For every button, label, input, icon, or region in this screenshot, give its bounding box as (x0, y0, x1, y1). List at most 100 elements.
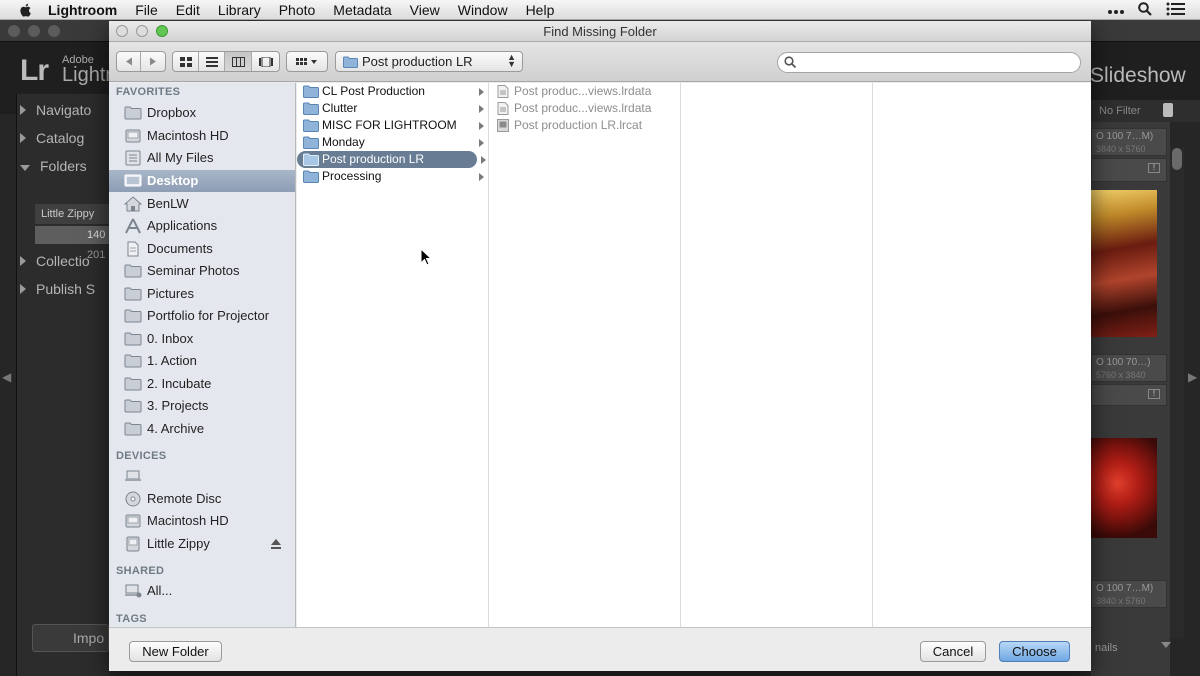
sidebar-item-action[interactable]: 1. Action (109, 350, 295, 372)
menu-photo[interactable]: Photo (279, 2, 316, 18)
sidebar-item-macintosh-hd-device[interactable]: Macintosh HD (109, 510, 295, 532)
list-view-button[interactable] (199, 52, 225, 71)
sidebar-item-projects[interactable]: 3. Projects (109, 395, 295, 417)
column-browser: CL Post Production Clutter MISC FOR LIGH… (297, 83, 1091, 627)
folder-icon (303, 102, 319, 115)
cancel-button[interactable]: Cancel (920, 641, 986, 662)
list-item[interactable]: Post production LR.lrcat (489, 117, 679, 134)
more-icon[interactable] (1108, 2, 1124, 18)
chevron-right-icon (479, 105, 484, 113)
panel-folders[interactable]: Folders (20, 158, 87, 174)
sidebar-item-inbox[interactable]: 0. Inbox (109, 328, 295, 350)
lrdata-icon (497, 102, 509, 115)
menu-library[interactable]: Library (218, 2, 261, 18)
menu-help[interactable]: Help (526, 2, 555, 18)
scroll-thumb[interactable] (1172, 148, 1182, 170)
grid-cell-info[interactable]: O 100 7…M) 3840 x 5760 (1091, 128, 1167, 156)
lr-close-icon[interactable] (8, 25, 20, 37)
sidebar-item-incubate[interactable]: 2. Incubate (109, 373, 295, 395)
list-view-icon (205, 56, 218, 67)
forward-button[interactable] (141, 52, 165, 71)
panel-collections[interactable]: Collectio (20, 253, 90, 269)
menu-view[interactable]: View (410, 2, 440, 18)
list-item[interactable]: Monday (297, 134, 487, 151)
library-filter[interactable]: No Filter (1091, 100, 1200, 122)
zoom-icon[interactable] (156, 25, 168, 37)
module-slideshow[interactable]: Slideshow (1090, 64, 1186, 88)
search-field[interactable] (777, 52, 1081, 73)
folder-icon (303, 119, 319, 132)
grid-scrollbar[interactable] (1170, 148, 1184, 638)
folder-row-140[interactable]: 140 (35, 226, 109, 244)
badge-icon: ! (1148, 389, 1160, 399)
import-button[interactable]: Impo (32, 624, 109, 652)
menu-edit[interactable]: Edit (176, 2, 200, 18)
menu-window[interactable]: Window (458, 2, 508, 18)
sidebar-item-macintosh-hd[interactable]: Macintosh HD (109, 125, 295, 147)
minimize-icon[interactable] (136, 25, 148, 37)
thumbnail-image[interactable] (1091, 190, 1157, 337)
spotlight-search-icon[interactable] (1138, 1, 1152, 19)
sidebar-item-applications[interactable]: Applications (109, 215, 295, 237)
chevron-down-icon[interactable] (1161, 642, 1171, 648)
disclosure-open-icon (20, 165, 30, 171)
menu-file[interactable]: File (135, 2, 158, 18)
arrange-button[interactable] (287, 52, 327, 71)
left-panel-toggle-icon[interactable]: ◀ (2, 370, 11, 384)
panel-publish-services[interactable]: Publish S (20, 281, 95, 297)
sidebar-item-remote-disc[interactable]: Remote Disc (109, 488, 295, 510)
folder-icon (124, 399, 142, 413)
sidebar-item-portfolio-for-projector[interactable]: Portfolio for Projector (109, 305, 295, 327)
lr-zoom-icon[interactable] (48, 25, 60, 37)
folder-icon (124, 354, 142, 368)
lightroom-logo: Lr (20, 54, 49, 87)
hard-drive-icon (125, 514, 141, 528)
panel-navigator[interactable]: Navigato (20, 102, 91, 118)
sidebar-item-this-mac[interactable] (109, 465, 295, 487)
sidebar-item-seminar-photos[interactable]: Seminar Photos (109, 260, 295, 282)
choose-button[interactable]: Choose (999, 641, 1070, 662)
sidebar-item-archive[interactable]: 4. Archive (109, 418, 295, 440)
applications-icon (125, 218, 141, 234)
list-item[interactable]: Clutter (297, 100, 487, 117)
thumbnail-image[interactable] (1091, 438, 1157, 538)
grid-cell-info[interactable]: O 100 70…) 5760 x 3840 (1091, 354, 1167, 382)
grid-cell-info[interactable]: O 100 7…M) 3840 x 5760 (1091, 580, 1167, 608)
eject-icon[interactable] (271, 539, 281, 549)
column-view-button[interactable] (225, 52, 252, 71)
list-item-selected[interactable]: Post production LR (297, 151, 477, 168)
screen: Lightroom File Edit Library Photo Metada… (0, 0, 1200, 676)
sidebar-item-all-shared[interactable]: All... (109, 580, 295, 602)
folder-icon (303, 153, 319, 166)
sidebar-item-pictures[interactable]: Pictures (109, 283, 295, 305)
list-item[interactable]: Post produc...views.lrdata (489, 100, 679, 117)
menu-lightroom[interactable]: Lightroom (48, 2, 117, 18)
panel-catalog[interactable]: Catalog (20, 130, 84, 146)
icon-view-button[interactable] (173, 52, 199, 71)
list-item[interactable]: Processing (297, 168, 487, 185)
arrange-menu[interactable] (286, 51, 328, 72)
lock-icon[interactable] (1163, 103, 1173, 117)
sidebar-item-desktop[interactable]: Desktop (109, 170, 295, 192)
new-folder-button[interactable]: New Folder (129, 641, 222, 662)
volume-little-zippy[interactable]: Little Zippy (35, 204, 109, 224)
sidebar-item-little-zippy[interactable]: Little Zippy (109, 533, 295, 555)
lr-minimize-icon[interactable] (28, 25, 40, 37)
sidebar-item-benlw[interactable]: BenLW (109, 193, 295, 215)
list-item[interactable]: MISC FOR LIGHTROOM (297, 117, 487, 134)
list-item[interactable]: Post produc...views.lrdata (489, 83, 679, 100)
apple-menu-icon[interactable] (18, 2, 34, 18)
sidebar-item-all-my-files[interactable]: All My Files (109, 147, 295, 169)
menu-metadata[interactable]: Metadata (333, 2, 391, 18)
close-icon[interactable] (116, 25, 128, 37)
path-popup[interactable]: Post production LR ▲ ▼ (335, 51, 523, 72)
back-button[interactable] (117, 52, 141, 71)
sidebar-item-dropbox[interactable]: Dropbox (109, 102, 295, 124)
cover-flow-button[interactable] (252, 52, 279, 71)
cover-flow-icon (258, 56, 273, 67)
folder-icon (343, 56, 358, 68)
notification-center-icon[interactable] (1166, 2, 1186, 19)
sidebar-item-documents[interactable]: Documents (109, 238, 295, 260)
list-item[interactable]: CL Post Production (297, 83, 487, 100)
right-panel-toggle-icon[interactable]: ▶ (1188, 370, 1197, 384)
